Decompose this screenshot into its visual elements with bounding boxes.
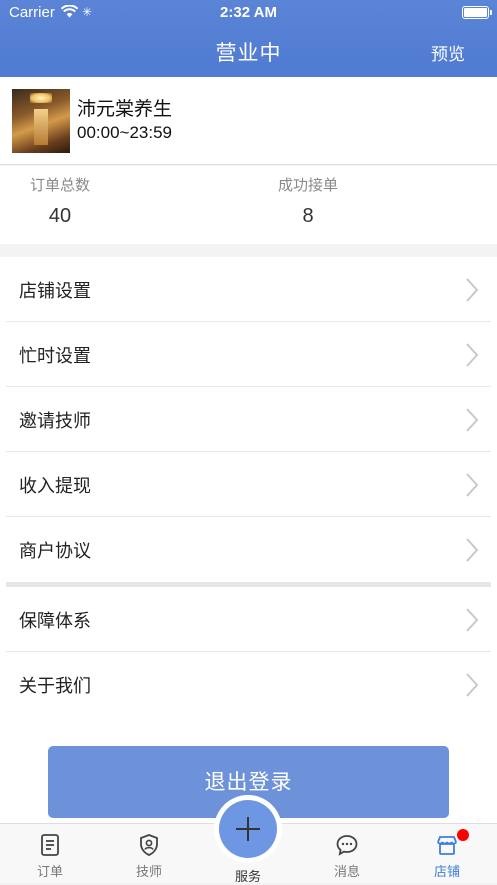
- menu-item-about-us[interactable]: 关于我们: [6, 652, 491, 717]
- menu-item-label: 店铺设置: [19, 281, 91, 302]
- tab-technicians[interactable]: 技师: [109, 824, 189, 884]
- shop-card[interactable]: [0, 77, 497, 165]
- chevron-right-icon: [466, 278, 479, 302]
- chevron-right-icon: [466, 408, 479, 432]
- menu-item-label: 保障体系: [19, 611, 91, 632]
- menu-item-merchant-agreement[interactable]: 商户协议: [6, 517, 491, 582]
- status-bar: Carrier ✳ 2:32 AM: [0, 0, 497, 26]
- tab-label: 消息: [333, 865, 360, 880]
- order-list-icon: [41, 834, 59, 856]
- chat-bubble-icon: [336, 835, 358, 856]
- tab-service-label[interactable]: 服务: [208, 866, 288, 885]
- menu-item-label: 收入提现: [19, 476, 91, 497]
- stat-accepted-orders: 成功接单 8: [238, 166, 378, 228]
- menu-item-withdraw-income[interactable]: 收入提现: [6, 452, 491, 517]
- chevron-right-icon: [466, 538, 479, 562]
- menu-item-label: 忙时设置: [19, 346, 91, 367]
- stat-label: 订单总数: [29, 176, 90, 194]
- tab-label: 技师: [135, 865, 162, 880]
- tab-store[interactable]: 店铺: [407, 824, 487, 884]
- shop-hours: 00:00~23:59: [77, 123, 173, 142]
- page-title: 营业中: [215, 41, 282, 65]
- battery-icon: [462, 6, 492, 19]
- stats-panel: 订单总数 40 成功接单 8: [0, 166, 497, 244]
- shop-thumbnail: [12, 89, 70, 153]
- settings-menu: 店铺设置 忙时设置 邀请技师 收入提现 商户协议 保障体系 关于我们: [0, 257, 497, 722]
- chevron-right-icon: [466, 673, 479, 697]
- menu-item-label: 邀请技师: [19, 411, 91, 432]
- tab-label: 订单: [36, 865, 63, 880]
- stat-value: 40: [48, 205, 72, 227]
- menu-item-label: 商户协议: [19, 541, 91, 562]
- menu-item-invite-technician[interactable]: 邀请技师: [6, 387, 491, 452]
- notification-badge: [457, 829, 469, 841]
- chevron-right-icon: [466, 608, 479, 632]
- shield-user-icon: [140, 834, 158, 856]
- menu-item-guarantee-system[interactable]: 保障体系: [6, 587, 491, 652]
- menu-item-label: 关于我们: [19, 676, 91, 697]
- tab-messages[interactable]: 消息: [307, 824, 387, 884]
- chevron-right-icon: [466, 343, 479, 367]
- chevron-right-icon: [466, 473, 479, 497]
- store-icon: [437, 836, 457, 855]
- stat-total-orders: 订单总数 40: [0, 166, 130, 228]
- stat-value: 8: [302, 205, 314, 227]
- tab-orders[interactable]: 订单: [10, 824, 90, 884]
- add-service-button[interactable]: [219, 800, 277, 858]
- menu-item-busy-settings[interactable]: 忙时设置: [6, 322, 491, 387]
- shop-name: 沛元棠养生: [77, 98, 173, 120]
- header-bar: Carrier ✳ 2:32 AM 营业中 预览: [0, 0, 497, 77]
- tab-label: 店铺: [433, 865, 460, 880]
- menu-item-store-settings[interactable]: 店铺设置: [6, 257, 491, 322]
- preview-button[interactable]: 预览: [431, 40, 465, 65]
- stat-label: 成功接单: [277, 176, 338, 194]
- status-time: 2:32 AM: [220, 4, 277, 21]
